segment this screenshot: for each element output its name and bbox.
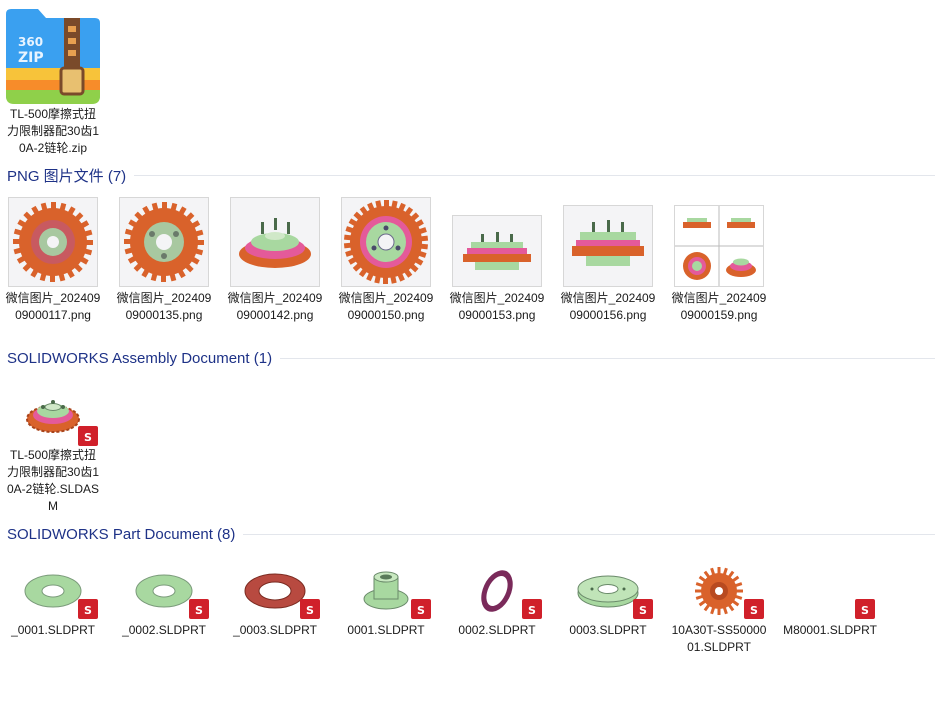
svg-text:S: S: [84, 431, 92, 444]
svg-text:S: S: [639, 604, 647, 617]
group-title: SOLIDWORKS Part Document (8): [7, 525, 236, 543]
solidworks-icon: S: [189, 599, 209, 619]
assembly-icon: S: [3, 385, 103, 447]
friction-plate-red-icon: S: [225, 560, 325, 622]
png-file-label: 微信图片_20240909000150.png: [338, 291, 434, 322]
group-title: SOLIDWORKS Assembly Document (1): [7, 349, 273, 367]
part-file-label: M80001.SLDPRT: [783, 623, 877, 637]
image-thumbnail: [558, 190, 658, 286]
ring-purple-icon: S: [447, 560, 547, 622]
group-header-part[interactable]: SOLIDWORKS Part Document (8): [0, 524, 935, 544]
assembly-render-3-icon: [231, 198, 319, 286]
png-file-item[interactable]: 微信图片_20240909000117.png: [3, 190, 103, 324]
part-file-label: _0002.SLDPRT: [122, 623, 206, 637]
zip-file-label: TL-500摩擦式扭力限制器配30齿10A-2链轮.zip: [6, 107, 100, 155]
group-divider: [243, 533, 935, 535]
image-thumbnail: [114, 190, 214, 286]
group-header-assembly[interactable]: SOLIDWORKS Assembly Document (1): [0, 348, 935, 368]
group-divider: [134, 174, 935, 176]
part-file-item[interactable]: S M80001.SLDPRT: [780, 560, 880, 639]
image-thumbnail: [669, 190, 769, 286]
assembly-side-view-2-icon: [564, 206, 652, 286]
four-view-render-icon: [675, 206, 763, 286]
part-file-item[interactable]: S _0001.SLDPRT: [3, 560, 103, 639]
svg-text:S: S: [528, 604, 536, 617]
solidworks-icon: S: [522, 599, 542, 619]
png-file-item[interactable]: 微信图片_20240909000159.png: [669, 190, 769, 324]
png-file-label: 微信图片_20240909000135.png: [116, 291, 212, 322]
part-file-label: 0003.SLDPRT: [569, 623, 647, 637]
part-file-item[interactable]: S 0003.SLDPRT: [558, 560, 658, 639]
part-file-label: _0003.SLDPRT: [233, 623, 317, 637]
solidworks-icon: S: [411, 599, 431, 619]
sprocket-icon: S: [669, 560, 769, 622]
png-file-label: 微信图片_20240909000156.png: [560, 291, 656, 322]
svg-text:S: S: [84, 604, 92, 617]
washer-green-icon: S: [3, 560, 103, 622]
part-file-label: 0002.SLDPRT: [458, 623, 536, 637]
assembly-file-item[interactable]: S TL-500摩擦式扭力限制器配30齿10A-2链轮.SLDASM: [3, 385, 103, 515]
png-file-item[interactable]: 微信图片_20240909000150.png: [336, 190, 436, 324]
svg-text:S: S: [861, 604, 869, 617]
image-thumbnail: [3, 190, 103, 286]
solidworks-icon: S: [855, 599, 875, 619]
sprocket-render-2-icon: [120, 198, 208, 286]
zip-file-item[interactable]: 360 ZIP TL-500摩擦式扭力限制器配30齿10A-2链轮.zip: [3, 6, 103, 157]
assembly-file-label: TL-500摩擦式扭力限制器配30齿10A-2链轮.SLDASM: [6, 448, 100, 513]
group-divider: [280, 357, 935, 359]
svg-text:360: 360: [18, 35, 43, 49]
png-file-label: 微信图片_20240909000142.png: [227, 291, 323, 322]
plate-green-icon: S: [558, 560, 658, 622]
part-file-item[interactable]: S 10A30T-SS5000001.SLDPRT: [669, 560, 769, 656]
png-file-label: 微信图片_20240909000153.png: [449, 291, 545, 322]
svg-text:S: S: [417, 604, 425, 617]
assembly-side-view-icon: [453, 216, 541, 286]
washer-green-icon: S: [114, 560, 214, 622]
png-file-item[interactable]: 微信图片_20240909000142.png: [225, 190, 325, 324]
solidworks-icon: S: [744, 599, 764, 619]
solidworks-icon: S: [78, 426, 98, 446]
sprocket-top-view-icon: [342, 198, 430, 286]
part-file-label: _0001.SLDPRT: [11, 623, 95, 637]
part-file-item[interactable]: S _0003.SLDPRT: [225, 560, 325, 639]
zip-archive-icon: 360 ZIP: [3, 6, 103, 106]
png-file-label: 微信图片_20240909000117.png: [5, 291, 101, 322]
png-file-item[interactable]: 微信图片_20240909000153.png: [447, 190, 547, 324]
hub-icon: S: [336, 560, 436, 622]
image-thumbnail: [447, 190, 547, 286]
image-thumbnail: [336, 190, 436, 286]
group-header-png[interactable]: PNG 图片文件 (7): [0, 165, 935, 185]
svg-text:S: S: [306, 604, 314, 617]
part-file-label: 0001.SLDPRT: [347, 623, 425, 637]
solidworks-icon: S: [300, 599, 320, 619]
part-file-item[interactable]: S _0002.SLDPRT: [114, 560, 214, 639]
part-file-item[interactable]: S 0002.SLDPRT: [447, 560, 547, 639]
image-thumbnail: [225, 190, 325, 286]
solidworks-icon: S: [633, 599, 653, 619]
group-title: PNG 图片文件 (7): [7, 167, 127, 185]
blank-part-icon: S: [780, 560, 880, 622]
svg-text:S: S: [750, 604, 758, 617]
png-file-label: 微信图片_20240909000159.png: [671, 291, 767, 322]
sprocket-render-1-icon: [9, 198, 97, 286]
part-file-label: 10A30T-SS5000001.SLDPRT: [671, 623, 767, 654]
svg-text:ZIP: ZIP: [18, 50, 44, 66]
solidworks-icon: S: [78, 599, 98, 619]
part-file-item[interactable]: S 0001.SLDPRT: [336, 560, 436, 639]
svg-text:S: S: [195, 604, 203, 617]
png-file-item[interactable]: 微信图片_20240909000156.png: [558, 190, 658, 324]
png-file-item[interactable]: 微信图片_20240909000135.png: [114, 190, 214, 324]
